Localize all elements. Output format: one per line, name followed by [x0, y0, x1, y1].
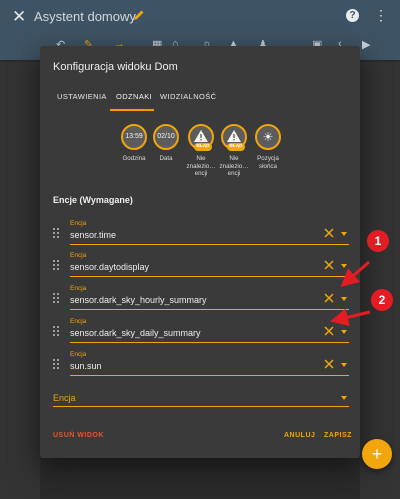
dialog-title: Konfiguracja widoku Dom [53, 61, 178, 73]
input-underline [70, 244, 349, 245]
entity-input[interactable]: sensor.time [70, 230, 116, 240]
badge-label: Nie znalezio… encji [186, 155, 216, 177]
drag-handle-icon[interactable] [53, 293, 61, 303]
annotation-number-2: 2 [371, 289, 393, 311]
cancel-button[interactable]: ANULUJ [284, 432, 315, 439]
add-entity-label: Encja [53, 393, 76, 403]
entity-label: Encja [70, 252, 87, 259]
entity-label: Encja [70, 318, 87, 325]
badge-circle: 13:59 [121, 124, 147, 150]
app-title: Asystent domowy [34, 9, 136, 24]
entity-row: Encja sensor.time [53, 218, 349, 248]
warning-icon [194, 130, 208, 142]
add-fab-button[interactable]: + [362, 439, 392, 469]
entity-input[interactable]: sensor.dark_sky_hourly_summary [70, 295, 207, 305]
badge-time[interactable]: 13:59 Godzina [118, 124, 150, 163]
badge-error-1[interactable]: BŁĄD Nie znalezio… encji [185, 124, 217, 178]
badge-label: Data [159, 155, 173, 162]
badge-circle: BŁĄD [221, 124, 247, 151]
badge-date[interactable]: 02/10 Data [150, 124, 182, 163]
entity-input[interactable]: sensor.daytodisplay [70, 262, 149, 272]
input-underline [70, 342, 349, 343]
drag-handle-icon[interactable] [53, 228, 61, 238]
tab-bar: USTAWIENIA ODZNAKI WIDZIALNOŚĆ [40, 84, 360, 112]
badge-label: Godzina [122, 155, 146, 162]
input-underline [70, 276, 349, 277]
entity-label: Encja [70, 285, 87, 292]
help-icon[interactable]: ? [346, 9, 359, 22]
entity-label: Encja [70, 220, 87, 227]
badge-label: Pozycja słońca [257, 155, 279, 170]
input-underline [70, 309, 349, 310]
clear-icon[interactable] [324, 293, 334, 303]
scroll-right-icon[interactable]: ▶ [362, 38, 370, 51]
clear-icon[interactable] [324, 359, 334, 369]
view-config-dialog: Konfiguracja widoku Dom USTAWIENIA ODZNA… [40, 46, 360, 458]
drag-handle-icon[interactable] [53, 326, 61, 336]
badge-circle: ☀ [255, 124, 281, 150]
badge-error-2[interactable]: BŁĄD Nie znalezio… encji [218, 124, 250, 178]
warning-icon [227, 130, 241, 142]
badge-sun[interactable]: ☀ Pozycja słońca [252, 124, 284, 170]
error-pill: BŁĄD [227, 143, 245, 151]
background-panel-right [360, 62, 400, 499]
tab-settings[interactable]: USTAWIENIA [57, 92, 107, 101]
clear-icon[interactable] [324, 326, 334, 336]
annotation-number-1: 1 [367, 230, 389, 252]
entity-row: Encja sensor.dark_sky_daily_summary [53, 316, 349, 346]
badge-circle: 02/10 [153, 124, 179, 150]
drag-handle-icon[interactable] [53, 359, 61, 369]
dropdown-caret-icon[interactable] [341, 297, 347, 301]
add-entity-field[interactable]: Encja [53, 386, 349, 408]
tab-visibility[interactable]: WIDZIALNOŚĆ [160, 92, 217, 101]
dropdown-caret-icon[interactable] [341, 396, 347, 400]
input-underline [70, 375, 349, 376]
clear-icon[interactable] [324, 260, 334, 270]
more-vert-icon[interactable]: ⋮ [374, 8, 388, 22]
entity-label: Encja [70, 351, 87, 358]
error-pill: BŁĄD [194, 143, 212, 151]
dropdown-caret-icon[interactable] [341, 232, 347, 236]
tab-badges[interactable]: ODZNAKI [116, 92, 152, 101]
entities-section-title: Encje (Wymagane) [53, 195, 133, 205]
background-panel-left [0, 62, 40, 499]
input-underline [53, 406, 349, 407]
dropdown-caret-icon[interactable] [341, 330, 347, 334]
close-icon[interactable]: ✕ [12, 8, 30, 26]
active-tab-indicator [110, 109, 154, 111]
entity-row: Encja sun.sun [53, 349, 349, 379]
clear-icon[interactable] [324, 228, 334, 238]
badge-label: Nie znalezio… encji [219, 155, 249, 177]
entity-input[interactable]: sensor.dark_sky_daily_summary [70, 328, 201, 338]
entity-row: Encja sensor.dark_sky_hourly_summary [53, 283, 349, 313]
drag-handle-icon[interactable] [53, 260, 61, 270]
entity-row: Encja sensor.daytodisplay [53, 250, 349, 280]
sun-icon: ☀ [262, 130, 274, 144]
dropdown-caret-icon[interactable] [341, 264, 347, 268]
delete-view-button[interactable]: USUŃ WIDOK [53, 432, 104, 439]
pencil-icon[interactable] [132, 8, 146, 22]
save-button[interactable]: ZAPISZ [324, 432, 352, 439]
entity-input[interactable]: sun.sun [70, 361, 102, 371]
badge-circle: BŁĄD [188, 124, 214, 151]
dropdown-caret-icon[interactable] [341, 363, 347, 367]
